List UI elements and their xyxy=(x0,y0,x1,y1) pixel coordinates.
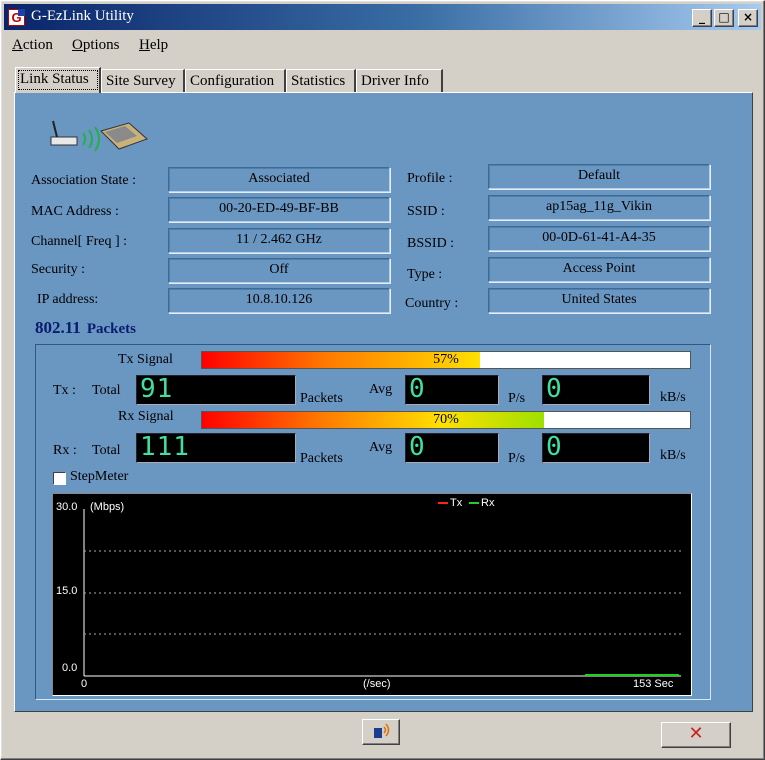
close-window-button[interactable]: × xyxy=(738,9,758,27)
graph-x-start-label: 0 xyxy=(81,678,88,690)
wireless-adapter-icon xyxy=(50,120,148,152)
association-state-value: Associated xyxy=(168,167,390,192)
tx-row-label: Tx : xyxy=(53,383,76,398)
g-app-icon[interactable]: G xyxy=(8,9,25,26)
throughput-graph: 30.0 (Mbps) 15.0 0.0 0 (/sec) 153 Sec Tx… xyxy=(52,493,692,696)
legend-tx-label: Tx xyxy=(450,497,463,509)
profile-value: Default xyxy=(488,164,710,189)
rx-signal-bar: 70% xyxy=(201,411,691,429)
graph-y-mid-label: 15.0 xyxy=(56,585,78,597)
association-state-label: Association State : xyxy=(31,173,136,188)
close-button[interactable]: ✕ xyxy=(661,722,731,748)
menu-help[interactable]: Help xyxy=(139,37,168,54)
rx-kbs-label: kB/s xyxy=(660,448,686,463)
mac-address-value: 00-20-ED-49-BF-BB xyxy=(168,197,390,222)
tab-configuration[interactable]: Configuration xyxy=(185,69,286,93)
tx-packets-label: Packets xyxy=(300,391,343,406)
packets-section-title: 802.11 Packets xyxy=(35,318,136,337)
menu-action[interactable]: Action xyxy=(12,37,53,54)
channel-freq-label: Channel[ Freq ] : xyxy=(31,234,128,249)
menu-options[interactable]: Options xyxy=(72,37,120,54)
tab-site-survey[interactable]: Site Survey xyxy=(101,69,185,93)
connect-button[interactable] xyxy=(362,719,400,745)
mac-address-label: MAC Address : xyxy=(31,204,119,219)
legend-rx-label: Rx xyxy=(481,497,495,509)
ip-address-value: 10.8.10.126 xyxy=(168,288,390,313)
tx-kbs-label: kB/s xyxy=(660,390,686,405)
type-label: Type : xyxy=(407,267,443,282)
rx-avg-display: 0 xyxy=(405,433,499,463)
profile-label: Profile : xyxy=(407,171,453,186)
graph-plot-area xyxy=(83,502,681,677)
tx-signal-bar: 57% xyxy=(201,351,691,369)
security-value: Off xyxy=(168,258,390,283)
rx-signal-label: Rx Signal xyxy=(118,409,174,424)
rx-row-label: Rx : xyxy=(53,443,77,458)
ssid-value: ap15ag_11g_Vikin xyxy=(488,195,710,220)
graph-y-top-label: 30.0 xyxy=(56,501,78,513)
rx-total-display: 111 xyxy=(136,433,296,463)
tx-total-display: 91 xyxy=(136,375,296,405)
menu-bar: Action Options Help xyxy=(4,32,761,58)
app-window: G G-EzLink Utility _ □ × Action Options … xyxy=(0,0,765,760)
title-bar[interactable]: G G-EzLink Utility _ □ × xyxy=(4,4,761,30)
ip-address-label: IP address: xyxy=(37,292,99,307)
rx-ps-label: P/s xyxy=(508,451,526,466)
tx-signal-label: Tx Signal xyxy=(118,352,173,367)
maximize-button[interactable]: □ xyxy=(714,9,734,27)
link-status-panel: Association State : Associated MAC Addre… xyxy=(14,92,753,712)
graph-y-unit-label: (Mbps) xyxy=(90,501,125,513)
country-label: Country : xyxy=(405,296,459,311)
tab-statistics[interactable]: Statistics xyxy=(286,69,356,93)
window-title: G-EzLink Utility xyxy=(31,8,134,24)
rx-avg-label: Avg xyxy=(369,440,393,455)
connect-icon xyxy=(374,723,390,738)
channel-freq-value: 11 / 2.462 GHz xyxy=(168,228,390,253)
minimize-button[interactable]: _ xyxy=(692,9,712,27)
country-value: United States xyxy=(488,288,710,313)
stepmeter-label: StepMeter xyxy=(70,469,129,484)
tx-total-label: Total xyxy=(92,383,121,398)
close-icon: ✕ xyxy=(688,723,704,744)
tab-link-status[interactable]: Link Status xyxy=(15,67,101,93)
tx-ps-label: P/s xyxy=(508,391,526,406)
rx-total-label: Total xyxy=(92,443,121,458)
tx-avg-label: Avg xyxy=(369,382,393,397)
bssid-label: BSSID : xyxy=(407,236,455,251)
bssid-value: 00-0D-61-41-A4-35 xyxy=(488,226,710,251)
graph-x-unit-label: (/sec) xyxy=(363,678,391,690)
graph-x-end-label: 153 Sec xyxy=(633,678,674,690)
type-value: Access Point xyxy=(488,257,710,282)
rx-kbs-display: 0 xyxy=(542,433,650,463)
tx-avg-display: 0 xyxy=(405,375,499,405)
ssid-label: SSID : xyxy=(407,204,445,219)
stepmeter-checkbox[interactable] xyxy=(53,472,66,485)
rx-packets-label: Packets xyxy=(300,451,343,466)
tx-signal-percent: 57% xyxy=(433,352,459,367)
security-label: Security : xyxy=(31,262,86,277)
graph-y-bottom-label: 0.0 xyxy=(62,662,78,674)
rx-signal-percent: 70% xyxy=(433,412,459,427)
tx-kbs-display: 0 xyxy=(542,375,650,405)
tab-driver-info[interactable]: Driver Info xyxy=(356,69,443,93)
